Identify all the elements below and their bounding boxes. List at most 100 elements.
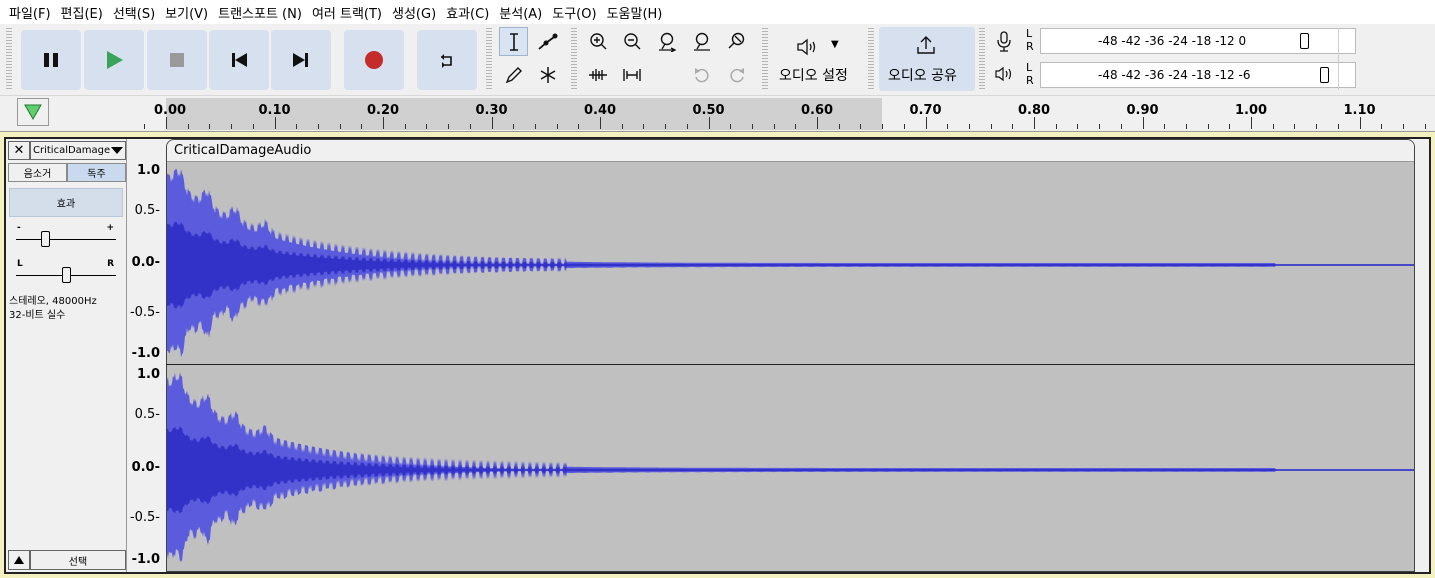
solo-button[interactable]: 독주 — [67, 163, 126, 182]
menu-edit[interactable]: 편집(E) — [60, 3, 112, 22]
ruler-tick — [600, 117, 601, 129]
pan-slider[interactable]: L R — [16, 259, 116, 287]
envelope-tool[interactable] — [533, 27, 562, 56]
audio-clip[interactable]: CriticalDamageAudio — [166, 139, 1415, 572]
pan-slider-thumb[interactable] — [62, 267, 71, 283]
ruler-tick — [426, 124, 428, 129]
ruler-tick — [166, 117, 167, 129]
ruler-tick — [860, 124, 862, 129]
play-head-button[interactable] — [17, 98, 49, 126]
menu-transport[interactable]: 트랜스포트 (N) — [217, 3, 311, 22]
ruler-tick — [686, 124, 688, 129]
selection-tool[interactable] — [499, 27, 528, 56]
scale-ch1-zero: 0.0- — [131, 255, 160, 270]
record-button[interactable] — [344, 30, 404, 90]
zoom-toggle-icon — [728, 32, 744, 48]
ruler-tick — [187, 124, 189, 129]
record-meter-thumb[interactable] — [1300, 33, 1309, 49]
menu-help[interactable]: 도움말(H) — [606, 3, 672, 22]
menu-tracks[interactable]: 여러 트랙(T) — [311, 3, 391, 22]
speaker-meter-button[interactable] — [994, 64, 1018, 90]
play-icon — [107, 51, 123, 69]
tools-toolbar-grip[interactable] — [486, 28, 492, 90]
clip-title[interactable]: CriticalDamageAudio — [167, 140, 1414, 162]
audio-setup-grip[interactable] — [762, 28, 768, 90]
stop-button[interactable] — [147, 30, 207, 90]
zoom-toggle-button[interactable] — [722, 27, 751, 56]
ruler-tick — [513, 124, 515, 129]
record-meter[interactable]: L R -48 -42 -36 -24 -18 -12 0 — [1022, 28, 1362, 54]
playback-meter-right-label: R — [1026, 74, 1034, 87]
mute-button[interactable]: 음소거 — [8, 163, 67, 182]
fit-selection-button[interactable] — [652, 27, 681, 56]
ruler-label: 0.10 — [258, 103, 291, 118]
scale-ch2-top: 1.0 — [136, 367, 160, 382]
ruler-tick — [795, 124, 797, 129]
zoom-out-button[interactable] — [617, 27, 646, 56]
transport-toolbar-grip[interactable] — [6, 28, 12, 90]
scale-ch1-bottom: -1.0 — [131, 346, 160, 361]
share-audio-button[interactable]: 오디오 공유 — [879, 27, 975, 91]
toolbar: ▼ 오디오 설정 오디오 공유 L R -48 -42 -36 -24 -18 … — [0, 24, 1435, 96]
zoom-in-button[interactable] — [583, 27, 612, 56]
silence-button[interactable] — [617, 60, 646, 89]
ruler-tick — [1359, 117, 1361, 129]
pause-button[interactable] — [21, 30, 81, 90]
waveform[interactable] — [167, 162, 1415, 572]
effects-button[interactable]: 효과 — [9, 188, 123, 217]
skip-to-end-button[interactable] — [271, 30, 331, 90]
menu-analyze[interactable]: 분석(A) — [498, 3, 551, 22]
ruler-tick — [209, 124, 211, 129]
menu-effect[interactable]: 효과(C) — [445, 3, 498, 22]
menu-file[interactable]: 파일(F) — [8, 3, 60, 22]
ruler-tick — [643, 124, 645, 129]
zoom-fit-icon — [693, 32, 710, 51]
menu-generate[interactable]: 생성(G) — [391, 3, 445, 22]
vertical-scale[interactable]: 1.0 0.5- 0.0- -0.5- -1.0 1.0 0.5- 0.0- -… — [126, 139, 166, 572]
ruler-tick — [1251, 117, 1252, 129]
microphone-button[interactable] — [994, 30, 1018, 56]
play-button[interactable] — [84, 30, 144, 90]
multi-tool[interactable] — [533, 60, 562, 89]
gain-slider-track — [16, 239, 116, 240]
silence-audio-icon — [622, 68, 641, 81]
menu-select[interactable]: 선택(S) — [112, 3, 164, 22]
undo-icon — [694, 67, 709, 82]
redo-button[interactable] — [722, 60, 751, 89]
ruler-label: 0.20 — [367, 103, 400, 118]
ruler-tick — [1381, 124, 1383, 129]
gain-slider[interactable]: - + — [16, 223, 116, 251]
audio-setup-button[interactable]: ▼ 오디오 설정 — [771, 27, 865, 91]
share-audio-grip[interactable] — [868, 28, 874, 90]
pan-left-label: L — [17, 259, 23, 269]
edit-toolbar-grip[interactable] — [571, 28, 577, 90]
playback-meter-thumb[interactable] — [1320, 67, 1329, 83]
speaker-icon — [797, 38, 816, 56]
trim-button[interactable] — [583, 60, 612, 89]
ruler-label: 1.10 — [1343, 103, 1376, 118]
timeline-ruler[interactable]: 0.00 0.10 0.20 0.30 0.40 0.50 0.60 0.70 0.80 0.90… — [0, 96, 1435, 132]
track-name-menu[interactable]: CriticalDamage — [30, 141, 126, 160]
triangle-up-icon — [14, 556, 24, 564]
skip-to-start-button[interactable] — [209, 30, 269, 90]
zoom-in-icon — [589, 32, 606, 49]
gain-slider-thumb[interactable] — [41, 231, 50, 247]
select-track-button[interactable]: 선택 — [30, 550, 126, 570]
menu-view[interactable]: 보기(V) — [164, 3, 217, 22]
collapse-track-button[interactable] — [8, 550, 30, 570]
undo-button[interactable] — [687, 60, 716, 89]
trim-audio-icon — [588, 68, 607, 81]
ruler-tick — [1229, 124, 1231, 129]
toolbar-separator — [1338, 28, 1339, 90]
playback-meter[interactable]: L R -48 -42 -36 -24 -18 -12 -6 — [1022, 62, 1362, 88]
loop-button[interactable] — [417, 30, 477, 90]
track-format-info: 스테레오, 48000Hz — [9, 296, 97, 307]
ruler-tick — [730, 124, 732, 129]
meter-toolbar-grip[interactable] — [979, 28, 985, 90]
audio-setup-label: 오디오 설정 — [779, 68, 848, 84]
close-track-button[interactable]: ✕ — [8, 141, 30, 160]
draw-tool[interactable] — [499, 60, 528, 89]
menu-tools[interactable]: 도구(O) — [551, 3, 605, 22]
effects-label: 효과 — [56, 199, 76, 210]
fit-project-button[interactable] — [687, 27, 716, 56]
